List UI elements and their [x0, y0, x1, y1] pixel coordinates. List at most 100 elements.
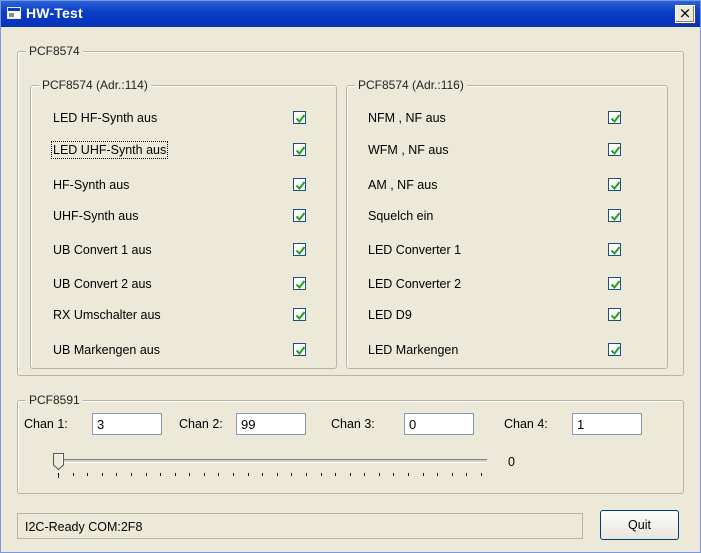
checkbox[interactable]: [293, 277, 306, 290]
chan-4-input[interactable]: [572, 413, 642, 435]
slider-track[interactable]: [55, 459, 487, 463]
hw-test-window: HW-Test × PCF8574 PCF8574 (Adr.:114) PCF…: [0, 0, 701, 553]
checkbox-row[interactable]: HF-Synth aus: [53, 176, 323, 196]
status-text: I2C-Ready COM:2F8: [25, 520, 143, 534]
checkbox-label: LED D9: [368, 308, 412, 322]
status-bar: I2C-Ready COM:2F8: [17, 513, 583, 539]
slider-tick: [233, 473, 235, 476]
checkbox[interactable]: [293, 111, 306, 124]
pcf8574-adr114-label: PCF8574 (Adr.:114): [39, 78, 151, 92]
checkbox-label: LED Markengen: [368, 343, 459, 357]
checkbox[interactable]: [608, 111, 621, 124]
slider-tick: [189, 473, 191, 476]
slider-tick: [408, 473, 410, 476]
slider-tick: [422, 473, 424, 476]
checkbox-row[interactable]: LED Converter 2: [368, 275, 648, 295]
chan-2-input[interactable]: [236, 413, 306, 435]
slider-tick: [320, 473, 322, 476]
checkbox-label: LED Converter 2: [368, 277, 462, 291]
checkbox-label: UHF-Synth aus: [53, 209, 139, 223]
chan-1-label: Chan 1:: [24, 417, 68, 431]
checkbox-row[interactable]: UB Markengen aus: [53, 341, 323, 361]
slider-tick: [174, 473, 176, 476]
chan-3-input[interactable]: [404, 413, 474, 435]
checkbox-row[interactable]: UB Convert 1 aus: [53, 241, 323, 261]
pcf8574-group-label: PCF8574: [26, 44, 83, 58]
checkbox-row[interactable]: NFM , NF aus: [368, 109, 648, 129]
slider-tick: [451, 473, 453, 476]
chan-2-label: Chan 2:: [179, 417, 223, 431]
checkbox-row[interactable]: Squelch ein: [368, 207, 648, 227]
slider-tick: [481, 473, 482, 476]
checkbox[interactable]: [608, 308, 621, 321]
slider-tick: [160, 473, 162, 476]
checkbox[interactable]: [293, 343, 306, 356]
slider-tick: [130, 473, 132, 476]
checkbox-row[interactable]: LED UHF-Synth aus: [50, 141, 323, 161]
checkbox[interactable]: [608, 209, 621, 222]
checkbox-label: AM , NF aus: [368, 178, 438, 192]
slider-thumb[interactable]: [53, 453, 64, 471]
checkbox-row[interactable]: RX Umschalter aus: [53, 306, 323, 326]
checkbox-label: WFM , NF aus: [368, 143, 449, 157]
checkbox-row[interactable]: LED HF-Synth aus: [53, 109, 323, 129]
checkbox-row[interactable]: UHF-Synth aus: [53, 207, 323, 227]
slider-tick: [101, 473, 103, 476]
slider-tick: [247, 473, 249, 476]
checkbox[interactable]: [293, 178, 306, 191]
pcf8574-adr116-label: PCF8574 (Adr.:116): [355, 78, 467, 92]
slider-tick: [378, 473, 380, 476]
checkbox-label: UB Markengen aus: [53, 343, 161, 357]
checkbox[interactable]: [608, 277, 621, 290]
checkbox[interactable]: [608, 143, 621, 156]
checkbox[interactable]: [293, 243, 306, 256]
slider-tick: [466, 473, 468, 476]
quit-button[interactable]: Quit: [600, 510, 679, 540]
slider-tick: [349, 473, 351, 476]
slider-tick: [58, 473, 59, 478]
checkbox-label: NFM , NF aus: [368, 111, 446, 125]
close-icon[interactable]: ×: [675, 5, 695, 23]
title-bar[interactable]: HW-Test ×: [1, 1, 700, 27]
slider-tick: [364, 473, 366, 476]
slider-tick: [145, 473, 147, 476]
app-icon: [6, 6, 22, 20]
slider-tick: [218, 473, 220, 476]
checkbox-label: RX Umschalter aus: [53, 308, 161, 322]
checkbox[interactable]: [293, 209, 306, 222]
slider-tick: [262, 473, 264, 476]
slider-tick: [203, 473, 205, 476]
checkbox-row[interactable]: LED D9: [368, 306, 648, 326]
checkbox-row[interactable]: WFM , NF aus: [368, 141, 648, 161]
slider-tick: [335, 473, 337, 476]
slider-tick: [276, 473, 278, 476]
checkbox-label: HF-Synth aus: [53, 178, 130, 192]
slider-tick: [393, 473, 395, 476]
checkbox[interactable]: [608, 343, 621, 356]
slider-tick: [72, 473, 74, 476]
checkbox-label: UB Convert 1 aus: [53, 243, 152, 257]
window-title: HW-Test: [26, 5, 83, 21]
checkbox-row[interactable]: LED Markengen: [368, 341, 648, 361]
checkbox[interactable]: [293, 143, 306, 156]
chan-4-label: Chan 4:: [504, 417, 548, 431]
checkbox-row[interactable]: UB Convert 2 aus: [53, 275, 323, 295]
checkbox[interactable]: [608, 178, 621, 191]
checkbox[interactable]: [608, 243, 621, 256]
checkbox-label: LED Converter 1: [368, 243, 462, 257]
slider-tick: [437, 473, 439, 476]
slider-tick: [116, 473, 118, 476]
checkbox-row[interactable]: LED Converter 1: [368, 241, 648, 261]
slider-tick: [87, 473, 89, 476]
slider-tick: [305, 473, 307, 476]
slider-tick: [291, 473, 293, 476]
checkbox-label: LED HF-Synth aus: [53, 111, 158, 125]
checkbox-label: LED UHF-Synth aus: [50, 141, 169, 159]
checkbox-label: Squelch ein: [368, 209, 434, 223]
chan-1-input[interactable]: [92, 413, 162, 435]
checkbox-row[interactable]: AM , NF aus: [368, 176, 648, 196]
chan-3-label: Chan 3:: [331, 417, 375, 431]
checkbox-label: UB Convert 2 aus: [53, 277, 152, 291]
checkbox[interactable]: [293, 308, 306, 321]
slider-value: 0: [508, 455, 515, 469]
